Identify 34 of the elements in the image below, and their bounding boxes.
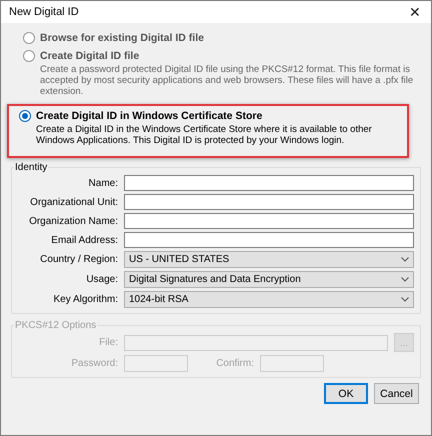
- dialog-button[interactable]: Cancel: [374, 383, 419, 404]
- field-label: Key Algorithm:: [52, 294, 118, 305]
- field-label: Password:: [70, 358, 118, 369]
- option-label: Create Digital ID in Windows Certificate Store: [36, 110, 262, 122]
- field-label: Name:: [88, 178, 118, 188]
- field-label: Country / Region:: [39, 254, 118, 265]
- chevron-icon: [401, 297, 409, 302]
- radio-button[interactable]: [19, 110, 31, 122]
- radio-button[interactable]: [23, 50, 35, 62]
- field-label: Email Address:: [50, 234, 118, 246]
- field-label: File:: [98, 337, 118, 348]
- dropdown[interactable]: Digital Signatures and Data Encryption: [124, 271, 414, 288]
- chevron-icon: [401, 257, 409, 262]
- input-field[interactable]: [124, 213, 414, 229]
- input-field[interactable]: [124, 194, 414, 210]
- dropdown[interactable]: 1024-bit RSA: [124, 291, 414, 308]
- field-label: Organization Name:: [28, 216, 118, 226]
- group-title: Identity: [14, 162, 48, 173]
- group-title: PKCS#12 Options: [14, 320, 98, 331]
- option-label: Browse for existing Digital ID file: [40, 32, 204, 44]
- field-label: Usage:: [85, 274, 118, 285]
- radio-button[interactable]: [23, 32, 35, 44]
- dialog-button[interactable]: OK: [324, 383, 368, 404]
- option-label: Create Digital ID file: [40, 50, 140, 62]
- input-field[interactable]: [124, 175, 414, 191]
- field-label: Confirm:: [215, 358, 254, 369]
- chevron-icon: [401, 277, 409, 282]
- option-description: Create a Digital ID in the Windows Certificate Store where it is available to other Windows Applications. This Digital ID is protected by your Windows login.: [35, 124, 373, 146]
- option-description: Create a password protected Digital ID file using the PKCS#12 format. This file format is accepted by most security applications and web browsers. These files will have a .pfx file extension.: [39, 64, 414, 97]
- close-button[interactable]: ✕: [407, 4, 423, 20]
- field-label: Organizational Unit:: [29, 196, 118, 208]
- input-field[interactable]: [124, 232, 414, 248]
- dropdown[interactable]: US - UNITED STATES: [124, 251, 414, 268]
- window-title: New Digital ID: [9, 6, 79, 18]
